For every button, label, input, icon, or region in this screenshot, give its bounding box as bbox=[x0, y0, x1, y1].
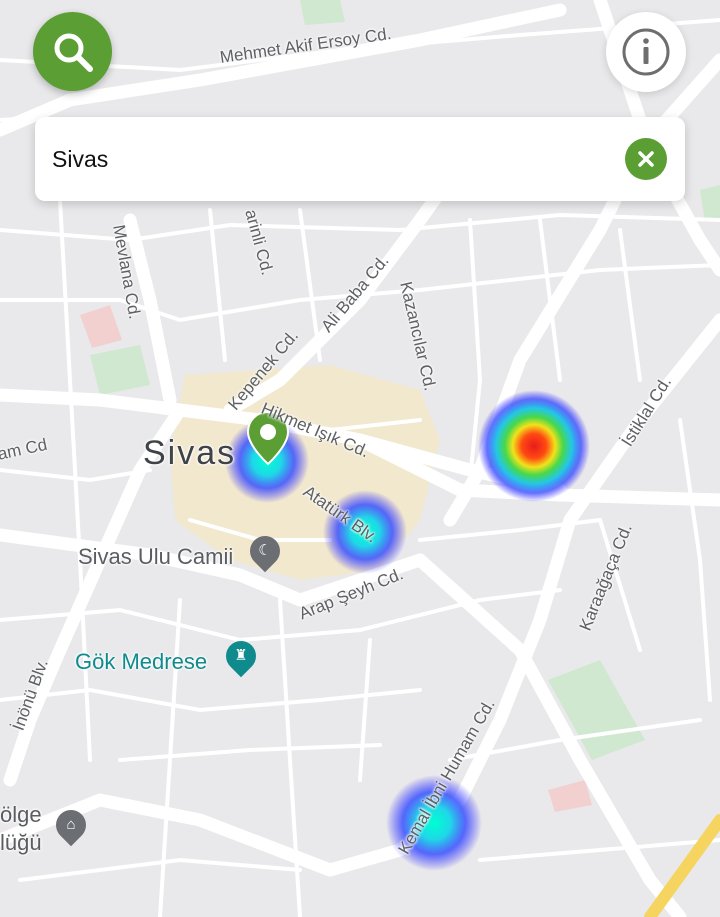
close-icon bbox=[638, 151, 654, 167]
city-label: Sivas bbox=[143, 434, 237, 472]
search-input[interactable] bbox=[52, 139, 612, 179]
poi-label-bolge-line2: lüğü bbox=[0, 830, 42, 855]
poi-label-ulu-camii[interactable]: Sivas Ulu Camii bbox=[78, 544, 233, 570]
search-bar bbox=[35, 117, 685, 201]
park-area bbox=[300, 0, 345, 25]
heatmap-point bbox=[478, 390, 590, 502]
info-button[interactable] bbox=[606, 12, 686, 92]
poi-label-gok-medrese[interactable]: Gök Medrese bbox=[75, 649, 207, 675]
clear-search-button[interactable] bbox=[625, 138, 667, 180]
tower-icon[interactable]: ♜ bbox=[219, 634, 263, 678]
search-icon bbox=[54, 33, 93, 72]
poi-label-bolge-line1: ölge bbox=[0, 802, 42, 827]
mosque-icon[interactable]: ☾ bbox=[243, 529, 287, 573]
search-button[interactable] bbox=[33, 12, 112, 91]
museum-icon[interactable]: ⌂ bbox=[49, 803, 93, 847]
info-icon bbox=[622, 28, 670, 76]
